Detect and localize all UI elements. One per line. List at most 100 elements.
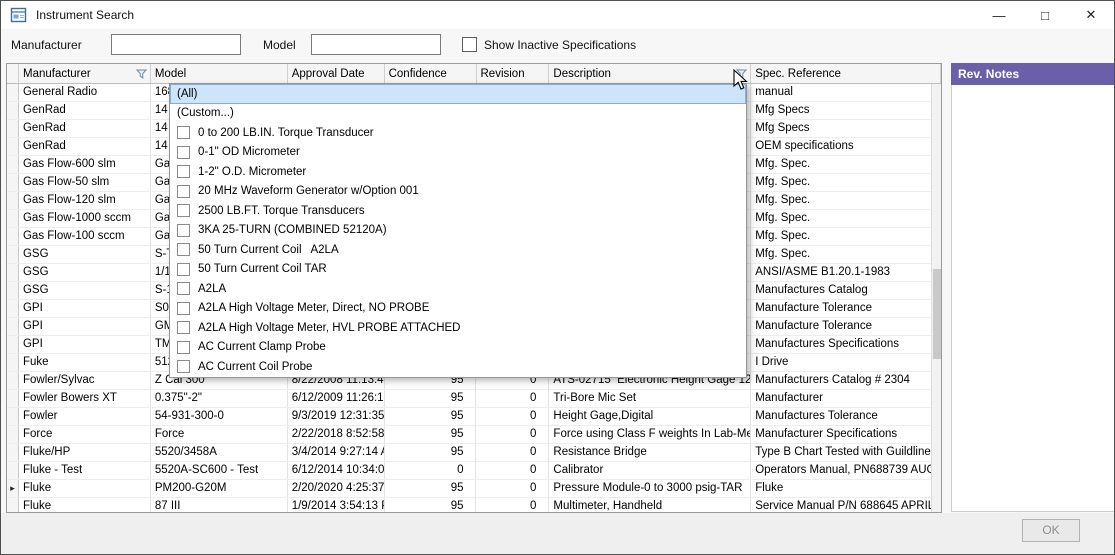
cell-model: 87 III bbox=[151, 498, 288, 513]
column-header-label: Revision bbox=[481, 68, 549, 80]
column-header-label: Description bbox=[553, 68, 736, 80]
table-row[interactable]: Fluke/HP5520/3458A3/4/2014 9:27:14 A950R… bbox=[7, 444, 941, 462]
cell-spec-reference: Manufactures Tolerance bbox=[751, 408, 941, 425]
window-controls: — □ ✕ bbox=[976, 1, 1114, 29]
filter-option[interactable]: 3KA 25-TURN (COMBINED 52120A) bbox=[170, 221, 746, 241]
row-indicator bbox=[7, 120, 19, 137]
filter-icon[interactable] bbox=[736, 69, 747, 79]
cell-model: Force bbox=[151, 426, 288, 443]
cell-approval-date: 9/3/2019 12:31:35 bbox=[288, 408, 385, 425]
filter-option[interactable]: AC Current Coil Probe bbox=[170, 357, 746, 377]
cell-approval-date: 2/22/2018 8:52:58 bbox=[288, 426, 385, 443]
window-title: Instrument Search bbox=[36, 8, 134, 22]
filter-option[interactable]: 50 Turn Current Coil TAR bbox=[170, 260, 746, 280]
filter-option[interactable]: 0-1" OD Micrometer bbox=[170, 143, 746, 163]
cell-spec-reference: OEM specifications bbox=[751, 138, 941, 155]
column-header-approval-date[interactable]: Approval Date bbox=[288, 64, 385, 83]
column-header-spec-reference[interactable]: Spec. Reference bbox=[751, 64, 941, 83]
filter-option[interactable]: 20 MHz Waveform Generator w/Option 001 bbox=[170, 182, 746, 202]
row-indicator-header bbox=[7, 64, 19, 83]
model-input[interactable] bbox=[311, 34, 441, 55]
filter-option[interactable]: AC Current Clamp Probe bbox=[170, 338, 746, 358]
filter-option-checkbox[interactable] bbox=[177, 204, 190, 217]
filter-option[interactable]: (All) bbox=[170, 84, 746, 104]
show-inactive-checkbox[interactable] bbox=[462, 37, 477, 52]
filter-option-checkbox[interactable] bbox=[177, 146, 190, 159]
filter-option-label: AC Current Clamp Probe bbox=[198, 341, 326, 353]
row-indicator bbox=[7, 174, 19, 191]
cell-description: Tri-Bore Mic Set bbox=[549, 390, 751, 407]
filter-option-label: (Custom...) bbox=[177, 107, 234, 119]
cell-spec-reference: Service Manual P/N 688645 APRIL 1998 bbox=[751, 498, 941, 513]
filter-option-checkbox[interactable] bbox=[177, 282, 190, 295]
cell-manufacturer: Fowler/Sylvac bbox=[19, 372, 151, 389]
cell-manufacturer: GenRad bbox=[19, 102, 151, 119]
filter-option[interactable]: 0 to 200 LB.IN. Torque Transducer bbox=[170, 123, 746, 143]
table-row[interactable]: Fluke - Test5520A-SC600 - Test6/12/2014 … bbox=[7, 462, 941, 480]
filter-option[interactable]: 1-2" O.D. Micrometer bbox=[170, 162, 746, 182]
close-button[interactable]: ✕ bbox=[1068, 1, 1114, 29]
cell-approval-date: 3/4/2014 9:27:14 A bbox=[288, 444, 385, 461]
table-row[interactable]: Fowler Bowers XT0.375"-2"6/12/2009 11:26… bbox=[7, 390, 941, 408]
cell-model: 5520A-SC600 - Test bbox=[151, 462, 288, 479]
filter-option-checkbox[interactable] bbox=[177, 126, 190, 139]
cell-confidence: 95 bbox=[385, 408, 477, 425]
cell-revision: 0 bbox=[476, 498, 549, 513]
ok-button[interactable]: OK bbox=[1022, 519, 1080, 542]
column-header-label: Model bbox=[155, 68, 287, 80]
filter-option-checkbox[interactable] bbox=[177, 302, 190, 315]
filter-option-label: A2LA bbox=[198, 283, 226, 295]
filter-option-label: A2LA High Voltage Meter, HVL PROBE ATTAC… bbox=[198, 322, 460, 334]
column-header-manufacturer[interactable]: Manufacturer bbox=[19, 64, 151, 83]
filter-icon[interactable] bbox=[136, 69, 147, 79]
table-row[interactable]: Fluke87 III1/9/2014 3:54:13 P950Multimet… bbox=[7, 498, 941, 513]
filter-option[interactable]: A2LA High Voltage Meter, HVL PROBE ATTAC… bbox=[170, 318, 746, 338]
table-row[interactable]: ForceForce2/22/2018 8:52:58950Force usin… bbox=[7, 426, 941, 444]
cell-description: Calibrator bbox=[549, 462, 751, 479]
cell-spec-reference: Operators Manual, PN688739 AUG 98 R bbox=[751, 462, 941, 479]
filter-option-checkbox[interactable] bbox=[177, 165, 190, 178]
filter-option-checkbox[interactable] bbox=[177, 360, 190, 373]
filter-option[interactable]: A2LA bbox=[170, 279, 746, 299]
cell-description: Resistance Bridge bbox=[549, 444, 751, 461]
cell-manufacturer: Fluke/HP bbox=[19, 444, 151, 461]
cell-approval-date: 2/20/2020 4:25:37 bbox=[288, 480, 385, 497]
filter-option-checkbox[interactable] bbox=[177, 321, 190, 334]
table-row[interactable]: ▸FlukePM200-G20M2/20/2020 4:25:37950Pres… bbox=[7, 480, 941, 498]
cell-manufacturer: Fluke bbox=[19, 498, 151, 513]
minimize-button[interactable]: — bbox=[976, 1, 1022, 29]
cell-description: Multimeter, Handheld bbox=[549, 498, 751, 513]
cell-revision: 0 bbox=[476, 390, 549, 407]
filter-option-checkbox[interactable] bbox=[177, 243, 190, 256]
row-indicator bbox=[7, 462, 19, 479]
cell-spec-reference: Type B Chart Tested with Guildline 9211 bbox=[751, 444, 941, 461]
cell-manufacturer: Fowler Bowers XT bbox=[19, 390, 151, 407]
filter-option-checkbox[interactable] bbox=[177, 185, 190, 198]
filter-option[interactable]: (Custom...) bbox=[170, 104, 746, 124]
cell-manufacturer: Gas Flow-120 slm bbox=[19, 192, 151, 209]
vertical-scrollbar[interactable] bbox=[931, 84, 941, 512]
manufacturer-input[interactable] bbox=[111, 34, 241, 55]
filter-option-checkbox[interactable] bbox=[177, 224, 190, 237]
cell-manufacturer: Gas Flow-50 slm bbox=[19, 174, 151, 191]
column-header-revision[interactable]: Revision bbox=[477, 64, 550, 83]
cell-manufacturer: Fuke bbox=[19, 354, 151, 371]
filter-option[interactable]: 50 Turn Current Coil A2LA bbox=[170, 240, 746, 260]
cell-confidence: 95 bbox=[385, 390, 477, 407]
filter-option-checkbox[interactable] bbox=[177, 341, 190, 354]
filter-option-checkbox[interactable] bbox=[177, 263, 190, 276]
column-header-model[interactable]: Model bbox=[151, 64, 288, 83]
maximize-button[interactable]: □ bbox=[1022, 1, 1068, 29]
column-header-description[interactable]: Description bbox=[549, 64, 751, 83]
cell-confidence: 0 bbox=[385, 462, 477, 479]
vertical-scrollbar-thumb[interactable] bbox=[933, 269, 941, 359]
table-row[interactable]: Fowler54-931-300-09/3/2019 12:31:35950He… bbox=[7, 408, 941, 426]
column-header-confidence[interactable]: Confidence bbox=[385, 64, 477, 83]
cell-spec-reference: Mfg. Spec. bbox=[751, 156, 941, 173]
row-indicator bbox=[7, 192, 19, 209]
filter-option[interactable]: 2500 LB.FT. Torque Transducers bbox=[170, 201, 746, 221]
cell-spec-reference: Manufacturer bbox=[751, 390, 941, 407]
cell-spec-reference: Mfg. Spec. bbox=[751, 192, 941, 209]
filter-option[interactable]: A2LA High Voltage Meter, Direct, NO PROB… bbox=[170, 299, 746, 319]
cell-manufacturer: GPI bbox=[19, 336, 151, 353]
